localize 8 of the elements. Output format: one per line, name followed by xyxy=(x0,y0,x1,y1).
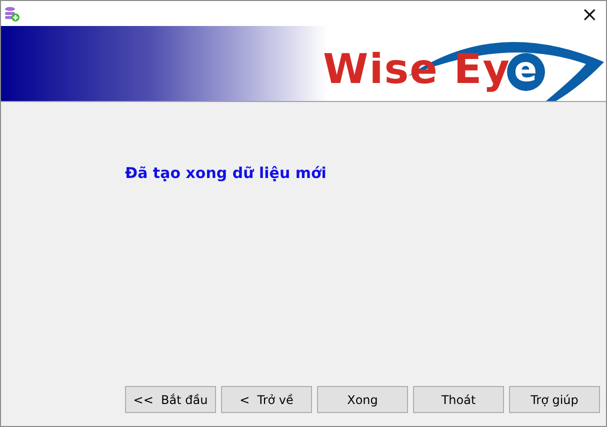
status-message: Đã tạo xong dữ liệu mới xyxy=(125,164,328,182)
wizard-button[interactable]: Thoát xyxy=(413,386,504,413)
wizard-button[interactable]: < Trở về xyxy=(221,386,312,413)
wizard-button[interactable]: Xong xyxy=(317,386,408,413)
close-button[interactable]: × xyxy=(577,4,602,24)
database-add-icon xyxy=(4,6,20,22)
wizard-button[interactable]: << Bắt đầu xyxy=(125,386,216,413)
wizard-button[interactable]: Trợ giúp xyxy=(509,386,600,413)
